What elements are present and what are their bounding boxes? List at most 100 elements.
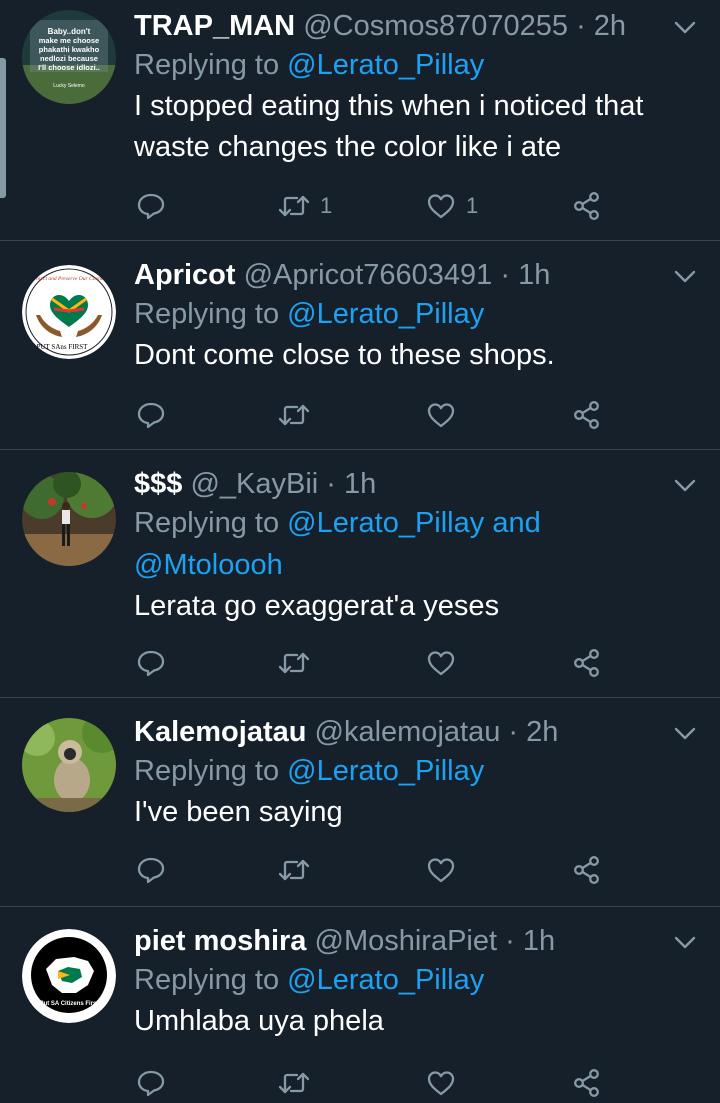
- tweet-text: Umhlaba uya phela: [134, 1005, 384, 1037]
- share-icon: [574, 1069, 599, 1097]
- tweet-actions: [134, 643, 614, 683]
- tweet-text: Dont come close to these shops.: [134, 339, 555, 371]
- reply-button[interactable]: [136, 186, 166, 226]
- replying-to: Replying to @Lerato_Pillay: [134, 293, 702, 335]
- share-icon: [574, 401, 599, 429]
- heart-icon: [427, 194, 455, 219]
- avatar-text: make me choose: [39, 36, 99, 45]
- mention-link[interactable]: @Mtoloooh: [134, 549, 283, 581]
- reply-button[interactable]: [136, 850, 166, 890]
- author-name[interactable]: Kalemojatau: [134, 716, 306, 748]
- author-name[interactable]: $$$: [134, 468, 182, 500]
- author-handle[interactable]: @_KayBii: [190, 468, 318, 500]
- tweet-header: TRAP_MAN @Cosmos87070255 · 2h: [134, 8, 702, 44]
- mention-link[interactable]: @Lerato_Pillay: [287, 964, 484, 996]
- replying-to-label: Replying to: [134, 507, 288, 539]
- timestamp[interactable]: · 2h: [508, 716, 558, 748]
- like-count: 1: [466, 193, 479, 218]
- tweet-text: I've been saying: [134, 796, 343, 828]
- tweet[interactable]: Kalemojatau @kalemojatau · 2h Replying t…: [0, 698, 720, 907]
- like-button[interactable]: [426, 850, 466, 890]
- tweet-actions: [134, 395, 614, 435]
- author-handle[interactable]: @Cosmos87070255: [303, 10, 568, 42]
- author-name[interactable]: Apricot: [134, 259, 236, 291]
- reply-icon: [137, 1070, 165, 1097]
- mention-link[interactable]: @Lerato_Pillay: [287, 298, 484, 330]
- share-button[interactable]: [572, 643, 602, 683]
- retweet-icon: [278, 195, 310, 217]
- tweet-header: piet moshira @MoshiraPiet · 1h: [134, 923, 702, 959]
- avatar-text: Lucky Selemo: [53, 83, 85, 89]
- tweet-header: Apricot @Apricot76603491 · 1h: [134, 257, 702, 293]
- replying-to-label: Replying to: [134, 49, 288, 81]
- mention-link[interactable]: @Lerato_Pillay: [287, 755, 484, 787]
- avatar-text: I'll choose idlozi..: [38, 63, 100, 72]
- timestamp[interactable]: · 1h: [500, 259, 550, 291]
- retweet-icon: [278, 652, 310, 674]
- avatar[interactable]: Put SA Citizens First: [22, 929, 116, 1023]
- share-icon: [574, 649, 599, 677]
- tweet-header: Kalemojatau @kalemojatau · 2h: [134, 714, 702, 750]
- author-handle[interactable]: @kalemojatau: [315, 716, 501, 748]
- reply-icon: [137, 650, 165, 677]
- tweet[interactable]: Protect and Preserve Our Country PUT SAn…: [0, 241, 720, 450]
- author-handle[interactable]: @MoshiraPiet: [315, 925, 498, 957]
- author-name[interactable]: piet moshira: [134, 925, 306, 957]
- retweet-icon: [278, 404, 310, 426]
- retweet-button[interactable]: [278, 643, 320, 683]
- retweet-icon: [278, 1072, 310, 1094]
- tweet-text: I stopped eating this when i noticed tha…: [134, 90, 644, 163]
- reply-button[interactable]: [136, 395, 166, 435]
- share-button[interactable]: [572, 186, 602, 226]
- like-button[interactable]: [426, 1063, 466, 1103]
- avatar[interactable]: [22, 472, 116, 566]
- author-name[interactable]: TRAP_MAN: [134, 10, 295, 42]
- avatar-text: Protect and Preserve Our Country: [30, 276, 108, 282]
- tweet[interactable]: Put SA Citizens First piet moshira @Mosh…: [0, 907, 720, 1098]
- avatar[interactable]: Protect and Preserve Our Country PUT SAn…: [22, 265, 116, 359]
- mention-link[interactable]: @Lerato_Pillay: [287, 507, 484, 539]
- heart-icon: [427, 651, 455, 676]
- tweet[interactable]: $$$ @_KayBii · 1h Replying to @Lerato_Pi…: [0, 450, 720, 698]
- avatar-text: nedlozi because: [40, 54, 98, 63]
- like-button[interactable]: [426, 395, 466, 435]
- reply-button[interactable]: [136, 1063, 166, 1103]
- reply-button[interactable]: [136, 643, 166, 683]
- like-button[interactable]: 1: [426, 186, 478, 226]
- retweet-button[interactable]: [278, 395, 320, 435]
- timestamp[interactable]: · 2h: [576, 10, 626, 42]
- retweet-button[interactable]: [278, 850, 320, 890]
- tweet-text: Lerata go exaggerat'a yeses: [134, 590, 500, 622]
- tweet-actions: 1 1: [134, 186, 614, 226]
- replying-to-label: Replying to: [134, 964, 288, 996]
- mention-link[interactable]: @Lerato_Pillay: [287, 49, 484, 81]
- share-button[interactable]: [572, 1063, 602, 1103]
- heart-icon: [427, 858, 455, 883]
- avatar[interactable]: Baby..don't make me choose phakathi kwak…: [22, 10, 116, 104]
- reply-icon: [137, 857, 165, 884]
- tweet[interactable]: Baby..don't make me choose phakathi kwak…: [0, 0, 720, 241]
- retweet-count: 1: [320, 193, 333, 218]
- replying-to-label: Replying to: [134, 755, 288, 787]
- like-button[interactable]: [426, 643, 466, 683]
- retweet-button[interactable]: 1: [278, 186, 332, 226]
- replying-to: Replying to @Lerato_Pillay: [134, 44, 702, 86]
- timestamp[interactable]: · 1h: [505, 925, 555, 957]
- avatar-text: Put SA Citizens First: [40, 1001, 99, 1007]
- share-button[interactable]: [572, 395, 602, 435]
- avatar[interactable]: [22, 718, 116, 812]
- reply-icon: [137, 193, 165, 220]
- timestamp[interactable]: · 1h: [326, 468, 376, 500]
- avatar-text: PUT SAns FIRST: [37, 343, 89, 351]
- share-icon: [574, 856, 599, 884]
- replying-to: Replying to @Lerato_Pillay and @Mtoloooh: [134, 502, 702, 586]
- share-button[interactable]: [572, 850, 602, 890]
- avatar-text: phakathi kwakho: [39, 45, 100, 54]
- replying-to: Replying to @Lerato_Pillay: [134, 959, 702, 1001]
- tweet-actions: [134, 1063, 614, 1103]
- reply-icon: [137, 402, 165, 429]
- author-handle[interactable]: @Apricot76603491: [244, 259, 493, 291]
- tweet-header: $$$ @_KayBii · 1h: [134, 466, 702, 502]
- retweet-button[interactable]: [278, 1063, 320, 1103]
- retweet-icon: [278, 859, 310, 881]
